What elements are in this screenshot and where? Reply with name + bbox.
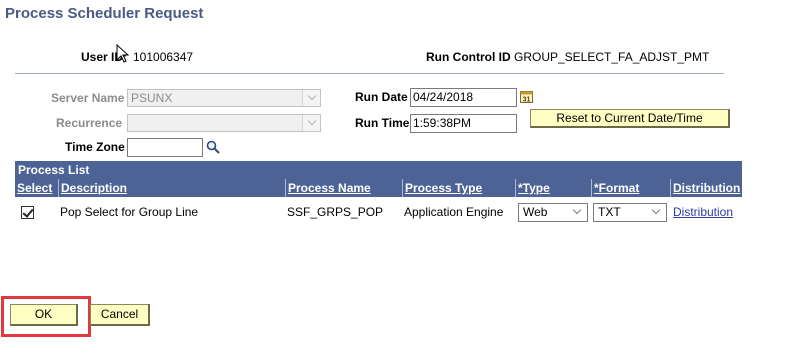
row-format-value: TXT	[598, 205, 621, 219]
header-divider	[15, 73, 724, 74]
run-control-id-value: GROUP_SELECT_FA_ADJST_PMT	[514, 50, 710, 64]
row-type-select[interactable]: Web	[518, 203, 588, 222]
column-header-process-name[interactable]: Process Name	[285, 179, 402, 197]
search-icon[interactable]	[206, 140, 220, 154]
row-select-checkbox[interactable]	[21, 206, 34, 219]
chevron-down-icon	[572, 205, 582, 215]
run-control-id-label: Run Control ID	[426, 50, 511, 64]
time-zone-input[interactable]	[127, 138, 203, 157]
cancel-button[interactable]: Cancel	[90, 304, 150, 326]
column-header-type[interactable]: *Type	[515, 179, 591, 197]
reset-date-time-button[interactable]: Reset to Current Date/Time	[530, 109, 730, 128]
recurrence-dropdown-button[interactable]	[302, 115, 320, 131]
column-header-distribution[interactable]: Distribution	[670, 179, 742, 197]
ok-button[interactable]: OK	[10, 304, 78, 326]
run-time-label: Run Time	[355, 116, 410, 130]
row-process-name: SSF_GRPS_POP	[287, 205, 384, 219]
run-date-label: Run Date	[355, 90, 408, 104]
row-distribution-link[interactable]: Distribution	[673, 205, 733, 219]
row-process-type: Application Engine	[404, 205, 504, 219]
user-id-value: 101006347	[133, 50, 194, 64]
page-title: Process Scheduler Request	[5, 5, 204, 22]
time-zone-label: Time Zone	[65, 140, 125, 154]
column-header-description[interactable]: Description	[58, 179, 285, 197]
server-name-select[interactable]: PSUNX	[127, 89, 321, 107]
server-name-value: PSUNX	[131, 91, 173, 105]
server-name-dropdown-button[interactable]	[302, 90, 320, 106]
process-list-title: Process List	[15, 161, 742, 179]
column-header-select[interactable]: Select	[15, 179, 58, 197]
server-name-label: Server Name	[51, 91, 125, 105]
checkbox-checked-icon	[22, 206, 34, 218]
column-header-format[interactable]: *Format	[591, 179, 670, 197]
svg-text:31: 31	[523, 97, 531, 104]
chevron-down-icon	[307, 91, 317, 101]
mouse-cursor-icon	[116, 43, 130, 64]
row-type-value: Web	[523, 205, 548, 219]
recurrence-select[interactable]	[127, 114, 321, 132]
run-date-input[interactable]: 04/24/2018	[410, 88, 517, 107]
process-list-column-headers: Select Description Process Name Process …	[15, 179, 742, 197]
row-format-select[interactable]: TXT	[593, 203, 667, 222]
run-time-input[interactable]: 1:59:38PM	[410, 114, 517, 133]
chevron-down-icon	[651, 205, 661, 215]
row-description: Pop Select for Group Line	[60, 205, 199, 219]
chevron-down-icon	[307, 116, 317, 126]
calendar-icon[interactable]: 31	[520, 90, 534, 104]
column-header-process-type[interactable]: Process Type	[402, 179, 515, 197]
recurrence-label: Recurrence	[56, 116, 123, 130]
